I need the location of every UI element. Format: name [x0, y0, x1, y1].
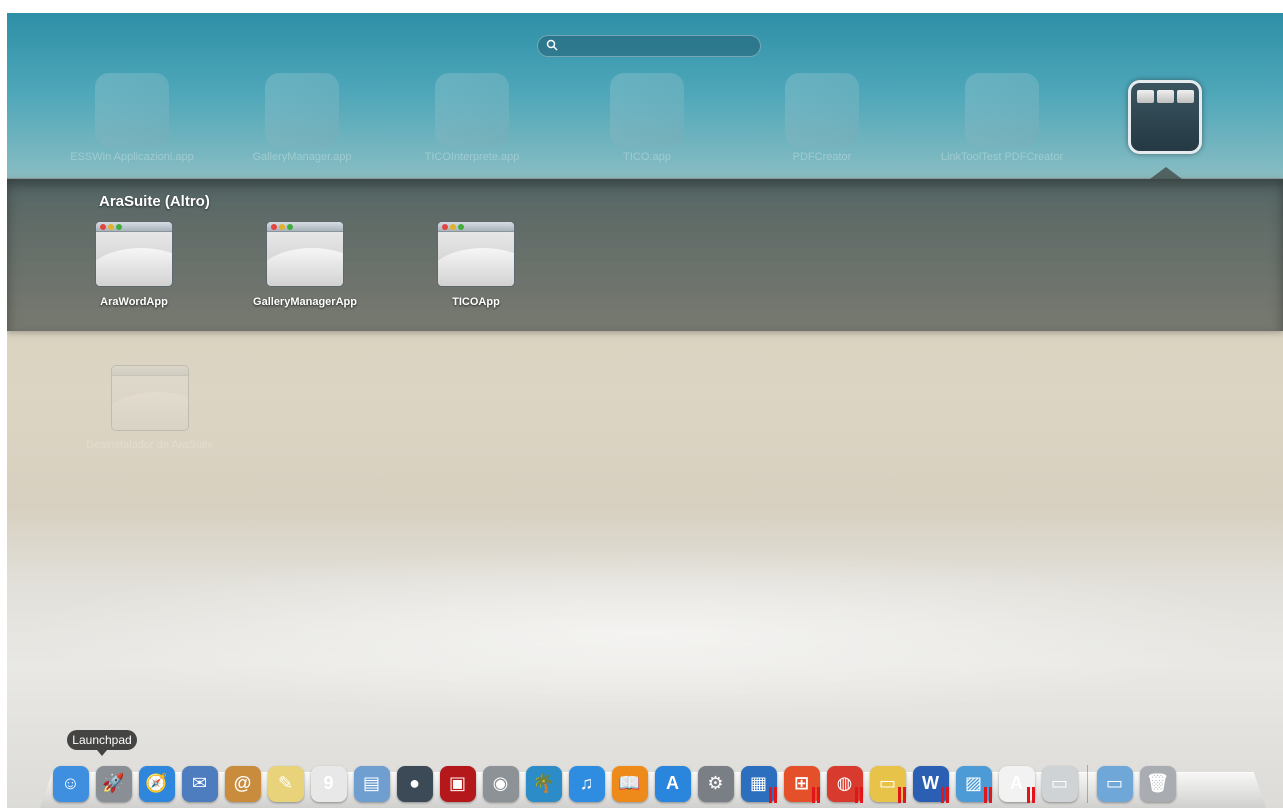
facetime-icon: ●	[396, 765, 433, 802]
paused-badge-icon	[769, 787, 777, 803]
dock: ☺ 🚀 🧭 ✉ @ ✎ 9 ▤ ● ▣ ◉ 🌴 ♫ 📖 A ⚙ ▦ ⊞ ◍ ▭ W ▨ A ▭ ▭ 🗑	[50, 763, 1178, 807]
launchpad-screen: ESSWin Applicazioni.app GalleryManager.a…	[7, 13, 1283, 808]
dock-item-appstore[interactable]: A	[652, 763, 693, 804]
calendar-icon: 9	[310, 765, 347, 802]
paused-badge-icon	[941, 787, 949, 803]
dock-item-applications-folder[interactable]: ▭	[1094, 763, 1135, 804]
dock-item-mail[interactable]: ✉	[179, 763, 220, 804]
arasuite-folder-icon[interactable]	[1128, 80, 1202, 154]
dock-item-windows[interactable]: ⊞	[781, 763, 822, 804]
launchpad-app[interactable]: TICOInterprete.app	[387, 73, 557, 163]
dock-item-parallels-desktop[interactable]: ▦	[738, 763, 779, 804]
folder-panel: AraSuite (Altro) AraWordApp GalleryManag…	[7, 167, 1283, 331]
app-label: ESSWin Applicazioni.app	[70, 151, 194, 163]
app-icon	[95, 73, 169, 147]
app-icon	[265, 73, 339, 147]
folder-app-label: GalleryManagerApp	[253, 296, 357, 308]
launchpad-app[interactable]: PDFCreator	[737, 73, 907, 163]
folder-app-araword[interactable]: AraWordApp	[59, 221, 209, 308]
dock-item-trash[interactable]: 🗑	[1137, 763, 1178, 804]
launchpad-app[interactable]: ESSWin Applicazioni.app	[47, 73, 217, 163]
folder-app-tico[interactable]: TICOApp	[401, 221, 551, 308]
paused-badge-icon	[855, 787, 863, 803]
app-label: PDFCreator	[792, 151, 852, 163]
app-label: TICO.app	[623, 151, 671, 163]
finder-icon: ☺	[52, 765, 89, 802]
launchpad-icon: 🚀	[95, 765, 132, 802]
paused-badge-icon	[984, 787, 992, 803]
app-icon	[435, 73, 509, 147]
screenshot-icon: ◉	[482, 765, 519, 802]
dock-item-launchpad[interactable]: 🚀	[93, 763, 134, 804]
dock-tooltip: Launchpad	[67, 730, 137, 756]
iphoto-icon: 🌴	[525, 765, 562, 802]
launchpad-app-row: ESSWin Applicazioni.app GalleryManager.a…	[7, 73, 1283, 183]
launchpad-app[interactable]: TICO.app	[562, 73, 732, 163]
search-input[interactable]	[562, 38, 752, 55]
paused-badge-icon	[1027, 787, 1035, 803]
dock-item-facetime[interactable]: ●	[394, 763, 435, 804]
launchpad-app-uninstaller[interactable]: Desinstalador de AraSuite	[65, 365, 235, 451]
folder-app-label: TICOApp	[452, 296, 500, 308]
dock-item-contacts[interactable]: @	[222, 763, 263, 804]
app-icon	[785, 73, 859, 147]
app-label: LinkToolTest PDFCreator	[940, 151, 1064, 163]
launchpad-app[interactable]: LinkToolTest PDFCreator	[917, 73, 1087, 163]
app-window-icon	[266, 221, 344, 287]
app-icon	[965, 73, 1039, 147]
safari-icon: 🧭	[138, 765, 175, 802]
applications-folder-icon: ▭	[1096, 765, 1133, 802]
app-label: GalleryManager.app	[252, 151, 352, 163]
dock-item-ibooks[interactable]: 📖	[609, 763, 650, 804]
app-window-icon	[437, 221, 515, 287]
appstore-icon: A	[654, 765, 691, 802]
folder-panel-notch	[1150, 167, 1182, 179]
dock-item-generic-app[interactable]: ▭	[1039, 763, 1080, 804]
ibooks-icon: 📖	[611, 765, 648, 802]
generic-app-icon: ▭	[1041, 765, 1078, 802]
folder-mini-window-icon	[1157, 90, 1174, 103]
app-icon	[610, 73, 684, 147]
dock-item-finder[interactable]: ☺	[50, 763, 91, 804]
dock-item-chrome[interactable]: ◍	[824, 763, 865, 804]
dock-item-preview[interactable]: ▤	[351, 763, 392, 804]
contacts-icon: @	[224, 765, 261, 802]
photobooth-icon: ▣	[439, 765, 476, 802]
launchpad-app[interactable]: GalleryManager.app	[217, 73, 387, 163]
dock-item-word[interactable]: W	[910, 763, 951, 804]
dock-separator	[1082, 763, 1092, 804]
dock-item-itunes[interactable]: ♫	[566, 763, 607, 804]
dock-item-photobooth[interactable]: ▣	[437, 763, 478, 804]
system-preferences-icon: ⚙	[697, 765, 734, 802]
dock-item-screenshot[interactable]: ◉	[480, 763, 521, 804]
app-window-icon	[111, 365, 189, 431]
app-window-icon	[95, 221, 173, 287]
itunes-icon: ♫	[568, 765, 605, 802]
dock-item-araword[interactable]: A	[996, 763, 1037, 804]
folder-mini-window-icon	[1177, 90, 1194, 103]
folder-app-gallerymanager[interactable]: GalleryManagerApp	[230, 221, 380, 308]
dock-item-folder-explorer[interactable]: ▭	[867, 763, 908, 804]
dock-item-photo-viewer[interactable]: ▨	[953, 763, 994, 804]
search-icon	[546, 39, 558, 51]
dock-item-iphoto[interactable]: 🌴	[523, 763, 564, 804]
dock-item-calendar[interactable]: 9	[308, 763, 349, 804]
app-label: Desinstalador de AraSuite	[86, 439, 214, 451]
dock-item-system-preferences[interactable]: ⚙	[695, 763, 736, 804]
folder-app-label: AraWordApp	[100, 296, 168, 308]
notes-icon: ✎	[267, 765, 304, 802]
app-label: TICOInterprete.app	[424, 151, 520, 163]
folder-title[interactable]: AraSuite (Altro)	[99, 193, 210, 210]
search-field[interactable]	[537, 35, 761, 57]
dock-item-notes[interactable]: ✎	[265, 763, 306, 804]
folder-mini-window-icon	[1137, 90, 1154, 103]
paused-badge-icon	[812, 787, 820, 803]
trash-icon: 🗑	[1139, 765, 1176, 802]
dock-item-safari[interactable]: 🧭	[136, 763, 177, 804]
preview-icon: ▤	[353, 765, 390, 802]
mail-icon: ✉	[181, 765, 218, 802]
paused-badge-icon	[898, 787, 906, 803]
